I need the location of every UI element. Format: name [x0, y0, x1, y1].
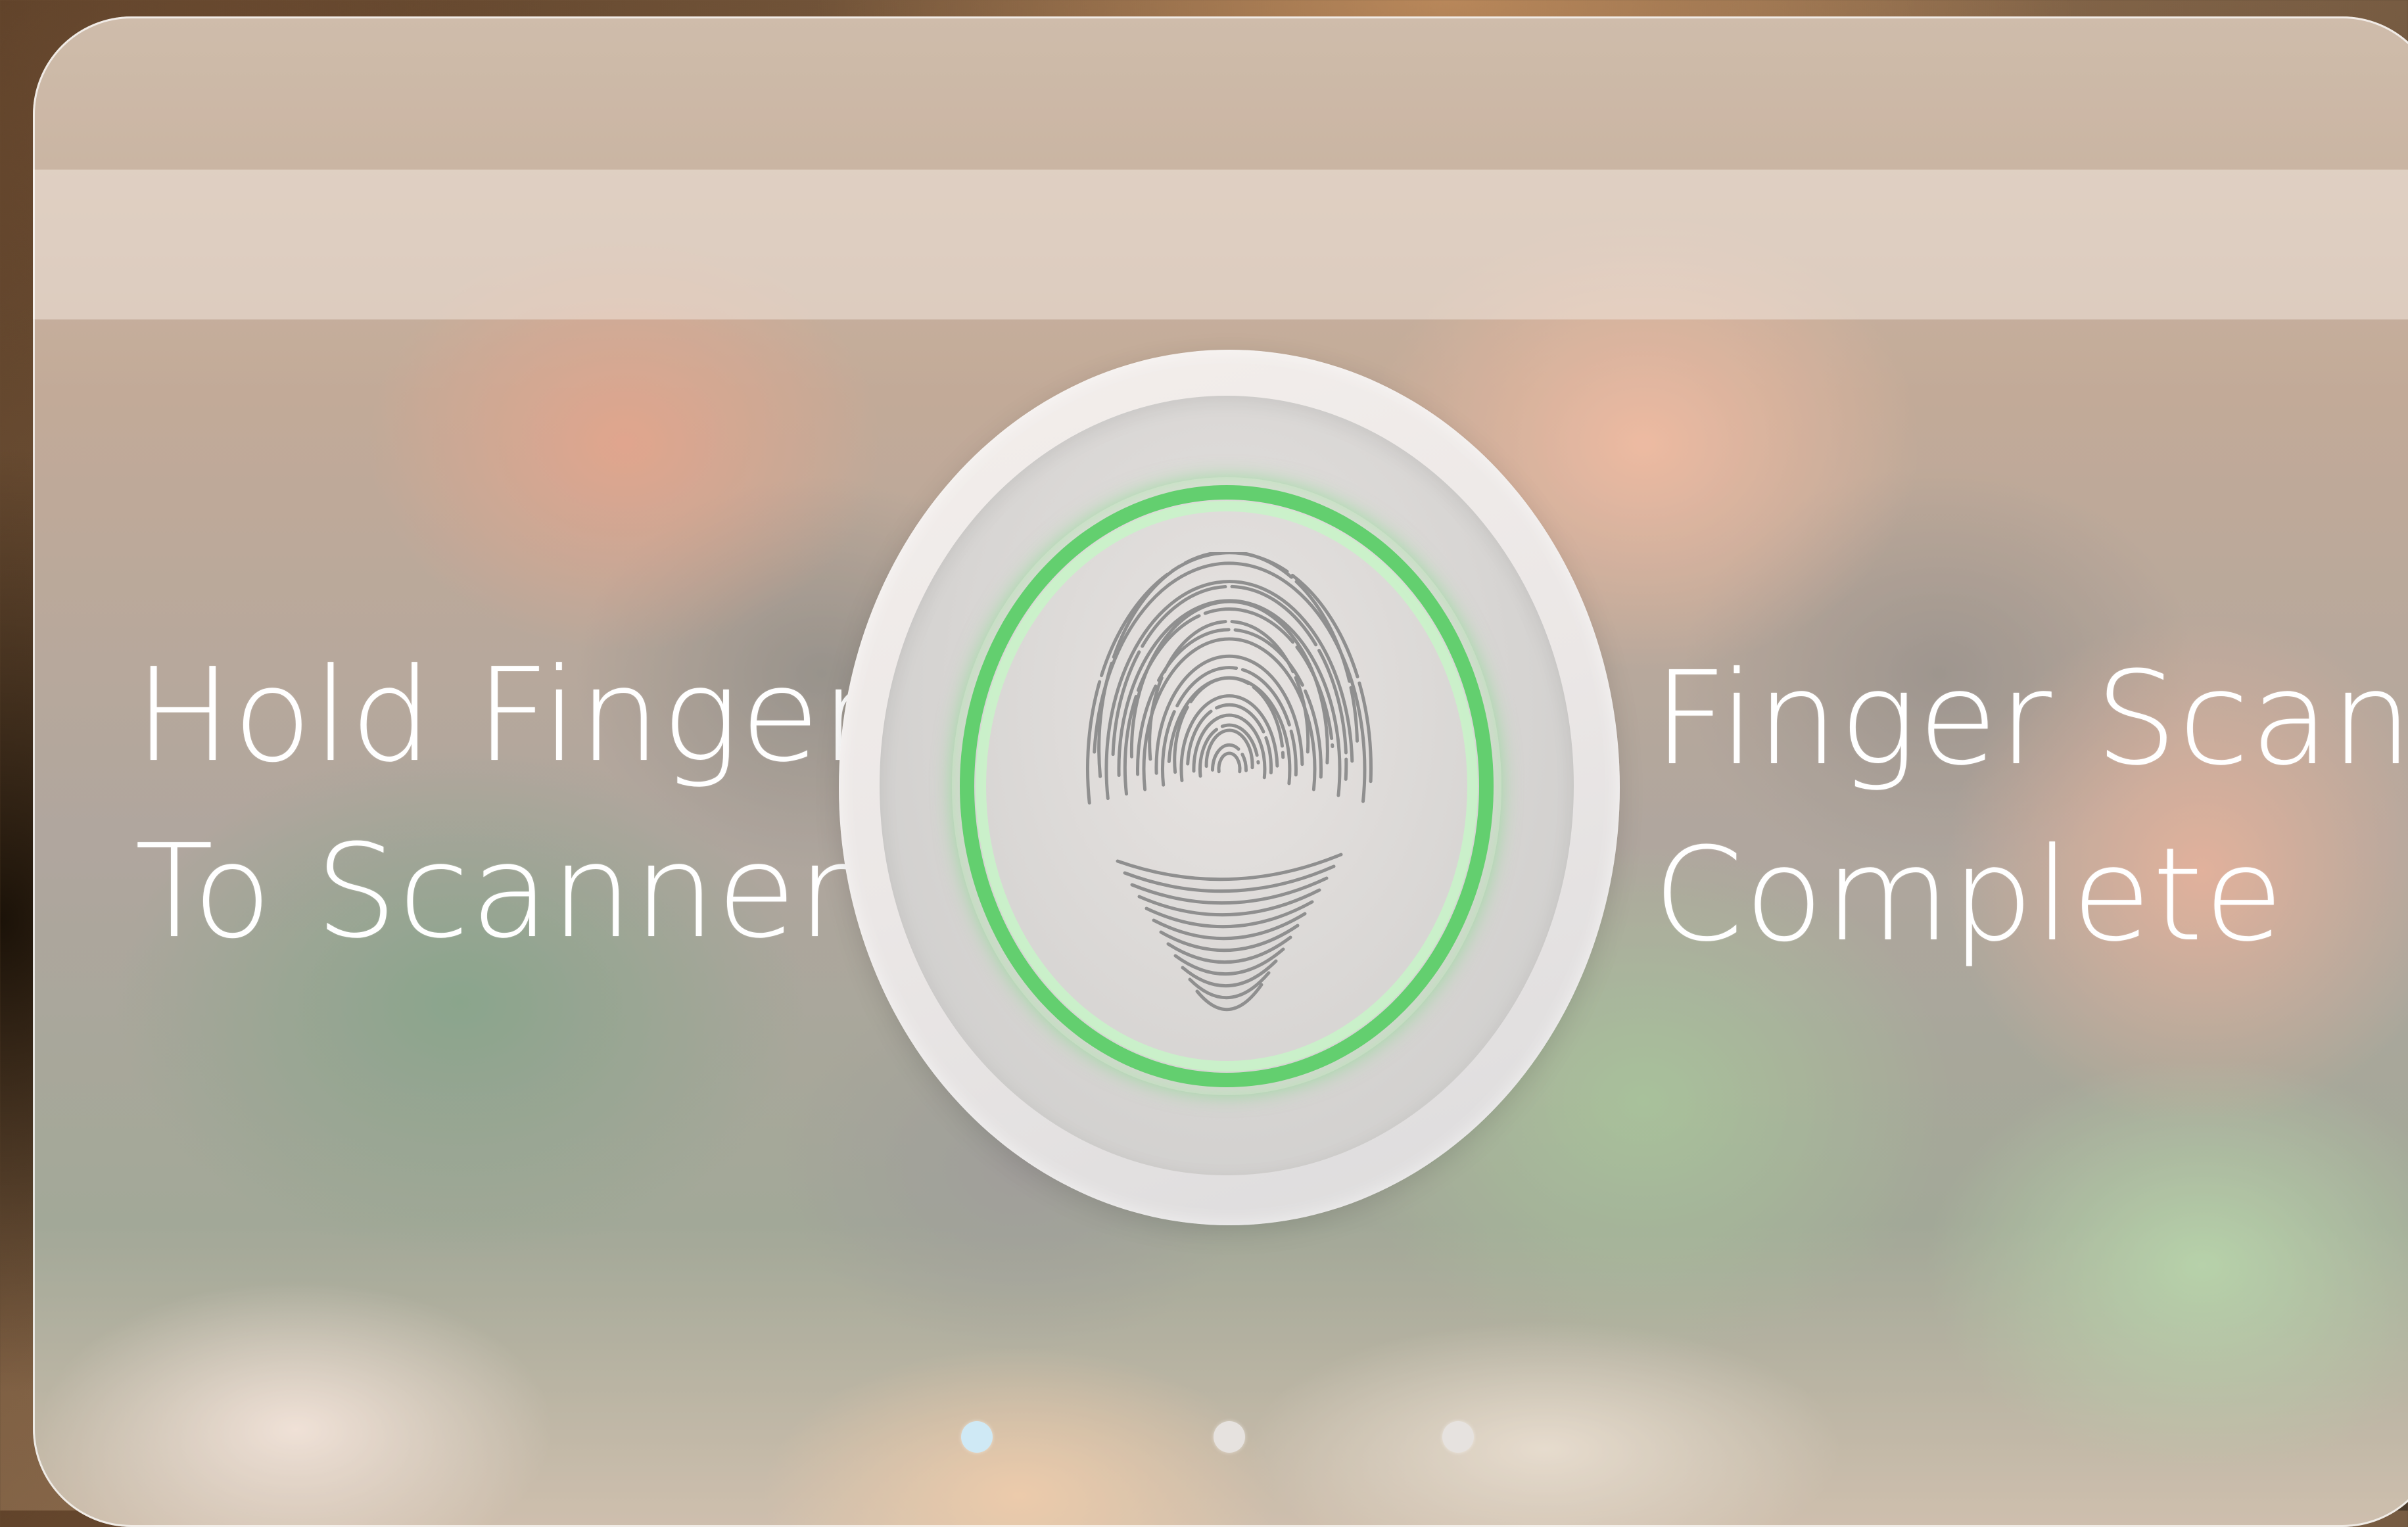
scan-complete-status: Finger Scan Complete: [1653, 631, 2408, 983]
fingerprint-ridge: [1217, 751, 1242, 774]
page-dot-2[interactable]: [1214, 1421, 1245, 1453]
page-dot-1[interactable]: [961, 1421, 993, 1453]
instruction-line-2: To Scanner: [135, 817, 852, 967]
fingerprint-ridge: [1111, 584, 1348, 781]
fingerprint-ridge: [1179, 694, 1279, 782]
fingerprint-icon: [1086, 552, 1373, 1011]
hold-finger-instruction: Hold Finger To Scanner: [135, 628, 875, 980]
status-line-2: Complete: [1653, 820, 2285, 970]
instruction-line-1: Hold Finger: [135, 641, 876, 791]
status-line-1: Finger Scan: [1653, 644, 2408, 794]
page-dot-3[interactable]: [1442, 1421, 1474, 1453]
